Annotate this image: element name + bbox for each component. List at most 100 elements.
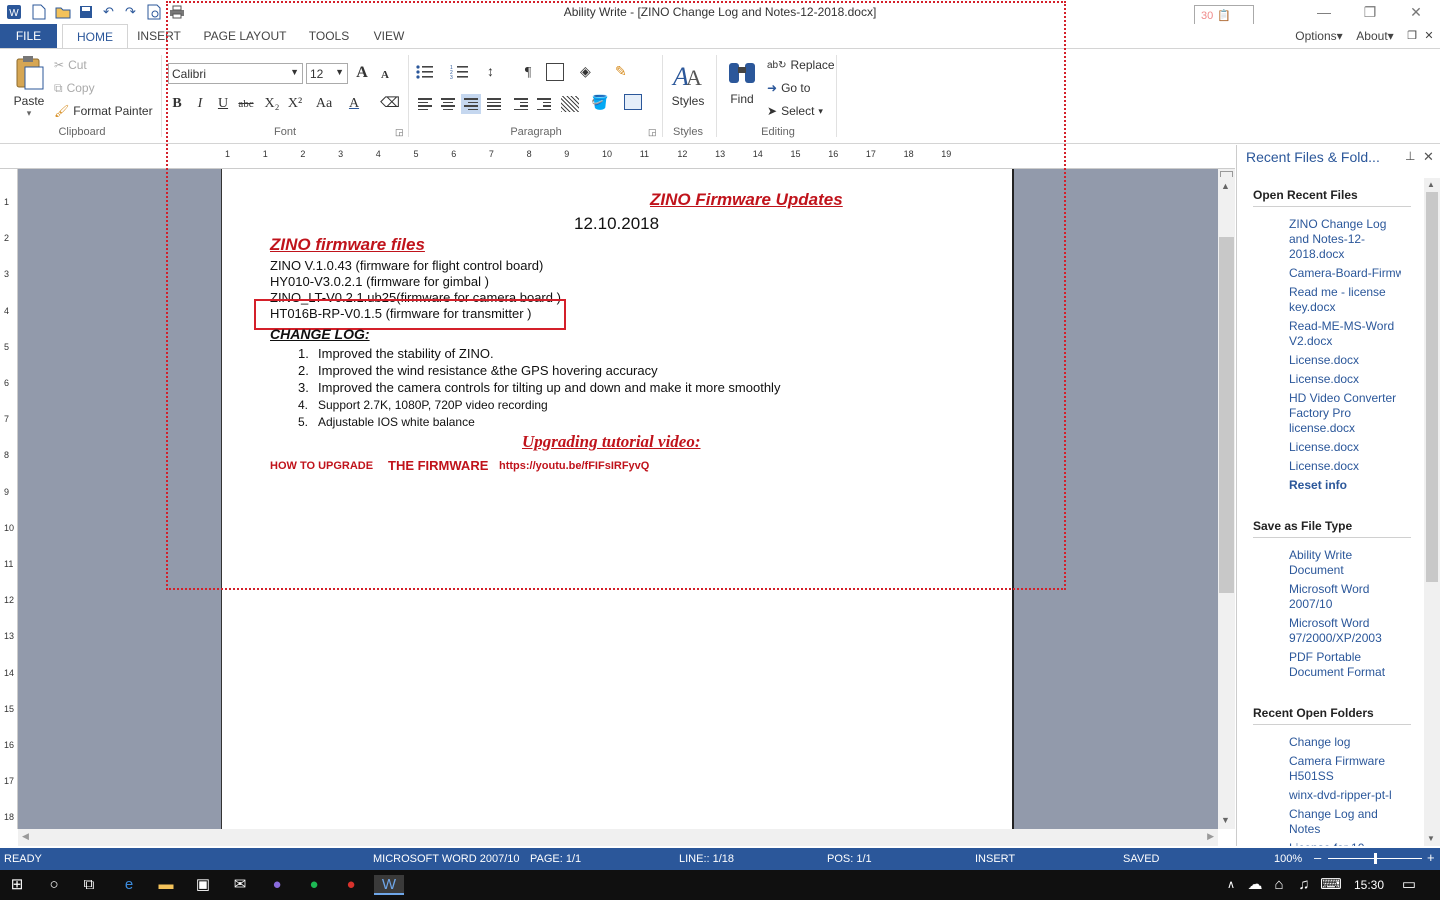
increase-indent-icon[interactable] [534,94,554,114]
change-case-button[interactable]: Aa [311,94,337,114]
search-icon[interactable]: ○ [43,875,65,895]
save-icon[interactable] [77,3,94,20]
align-right-icon[interactable] [461,94,481,114]
scroll-thumb[interactable] [1426,192,1438,582]
options-menu[interactable]: Options▾ [1294,24,1344,48]
italic-button[interactable]: I [190,94,210,114]
onedrive-icon[interactable]: ☁ [1244,875,1266,895]
scroll-down-icon[interactable]: ▼ [1221,815,1230,825]
recent-file-link[interactable]: License.docx [1289,372,1407,387]
opera-icon[interactable]: ● [340,875,362,895]
vertical-ruler[interactable]: 1 2 3 4 5 6 7 8 9 10 11 12 13 14 15 16 17 18 [0,169,18,829]
maximize-button[interactable]: ❐ [1347,2,1393,22]
dialog-launcher-icon[interactable]: ◲ [648,127,657,138]
format-painter-button[interactable]: 🖌 Format Painter [54,101,153,121]
paste-button[interactable]: Paste ▾ [10,55,48,118]
tab-view[interactable]: VIEW [368,24,410,48]
undo-icon[interactable]: ↶ [100,3,117,20]
volume-icon[interactable]: ♫ [1293,875,1315,895]
keyboard-icon[interactable]: ⌨ [1320,875,1342,895]
pattern-fill-icon[interactable] [561,96,579,112]
recent-file-link[interactable]: Camera-Board-Firmw [1289,266,1401,281]
tab-page-layout[interactable]: PAGE LAYOUT [200,24,290,48]
chevron-up-icon[interactable]: ∧ [1220,875,1242,895]
grow-font-button[interactable]: A [352,63,372,83]
highlight-icon[interactable]: ✎ [615,63,635,81]
replace-button[interactable]: ab↻ Replace [767,55,835,75]
recent-folder-link[interactable]: License for 10 [1289,841,1407,846]
shading-icon[interactable]: ◈ [580,63,600,81]
close-document-icon[interactable]: ✕ [1422,24,1436,48]
scroll-right-icon[interactable]: ▶ [1207,831,1214,842]
recent-folder-link[interactable]: Camera Firmware H501SS [1289,754,1389,784]
horizontal-ruler[interactable]: 1 1 2 3 4 5 6 7 8 9 10 11 12 13 14 15 16 17 18 19 [0,145,1235,169]
goto-button[interactable]: ➜ Go to [767,78,810,98]
zoom-in-button[interactable]: + [1427,850,1435,865]
print-preview-icon[interactable] [145,3,162,20]
borders-icon[interactable] [546,63,564,81]
open-folder-icon[interactable] [54,3,71,20]
print-icon[interactable] [168,3,185,20]
copy-button[interactable]: ⧉ Copy [54,78,95,98]
recent-file-link[interactable]: HD Video Converter Factory Pro license.d… [1289,391,1399,436]
redo-icon[interactable]: ↷ [122,3,139,20]
save-type-link[interactable]: Ability Write Document [1289,548,1379,578]
horizontal-scrollbar[interactable]: ◀ ▶ [18,829,1218,846]
recent-file-link[interactable]: Read-ME-MS-Word V2.docx [1289,319,1407,349]
paint-bucket-icon[interactable]: 🪣 [591,94,608,111]
subscript-button[interactable]: X₂ [262,94,282,114]
recent-file-link[interactable]: ZINO Change Log and Notes-12-2018.docx [1289,217,1407,262]
windows-start-icon[interactable]: ⊞ [6,875,28,895]
scroll-thumb[interactable] [1219,237,1234,593]
bullets-icon[interactable] [415,63,437,83]
document-area[interactable]: ZINO Firmware Updates 12.10.2018 ZINO fi… [18,169,1218,829]
tab-home[interactable]: HOME [62,24,128,48]
split-handle[interactable] [1220,171,1233,177]
line-spacing-icon[interactable]: ↕ [487,63,509,83]
file-explorer-icon[interactable]: ▬ [155,875,177,895]
notifications-icon[interactable]: ▭ [1398,875,1420,895]
scroll-down-icon[interactable]: ▼ [1427,834,1435,843]
align-center-icon[interactable] [438,94,458,114]
clear-formatting-icon[interactable]: ⌫ [380,94,400,114]
new-document-icon[interactable] [30,3,47,20]
recent-folder-link[interactable]: Change log [1289,735,1407,750]
align-left-icon[interactable] [415,94,435,114]
spotify-icon[interactable]: ● [303,875,325,895]
zoom-out-button[interactable]: – [1314,850,1321,865]
decrease-indent-icon[interactable] [511,94,531,114]
save-type-link[interactable]: Microsoft Word 2007/10 [1289,582,1379,612]
shrink-font-button[interactable]: A [375,65,395,85]
about-menu[interactable]: About▾ [1352,24,1398,48]
tab-tools[interactable]: TOOLS [304,24,354,48]
select-button[interactable]: ➤ Select ▾ [767,101,823,121]
vertical-scrollbar[interactable]: ▲ ▼ [1218,169,1235,829]
reset-info-link[interactable]: Reset info [1289,478,1407,493]
zoom-slider-thumb[interactable] [1374,853,1377,864]
tab-insert[interactable]: INSERT [136,24,182,48]
recent-file-link[interactable]: License.docx [1289,353,1407,368]
store-icon[interactable]: ▣ [192,875,214,895]
recent-file-link[interactable]: Read me - license key.docx [1289,285,1407,315]
save-type-link[interactable]: Microsoft Word 97/2000/XP/2003 [1289,616,1407,646]
clock[interactable]: 15:30 [1352,875,1386,895]
edge-browser-icon[interactable]: e [118,875,140,895]
minimize-button[interactable]: — [1301,2,1347,22]
close-button[interactable]: ✕ [1393,2,1439,22]
font-size-select[interactable]: 12 ▼ [306,63,348,84]
network-icon[interactable]: ⌂ [1268,875,1290,895]
picture-icon[interactable] [624,94,642,110]
scroll-up-icon[interactable]: ▲ [1221,181,1230,191]
save-type-link[interactable]: PDF Portable Document Format [1289,650,1393,680]
styles-button[interactable]: AA Styles [670,57,706,117]
numbering-icon[interactable]: 123 [450,63,472,83]
pane-close-button[interactable]: ✕ [1423,149,1434,165]
firefox-icon[interactable]: ● [266,875,288,895]
recent-file-link[interactable]: License.docx [1289,440,1407,455]
underline-button[interactable]: U [213,94,233,114]
ability-write-taskbar-icon[interactable]: W [374,875,404,895]
restore-document-icon[interactable]: ❐ [1405,24,1419,48]
font-name-select[interactable]: Calibri ▼ [168,63,303,84]
find-button[interactable]: Find [724,57,760,117]
font-color-button[interactable]: A [344,94,364,114]
